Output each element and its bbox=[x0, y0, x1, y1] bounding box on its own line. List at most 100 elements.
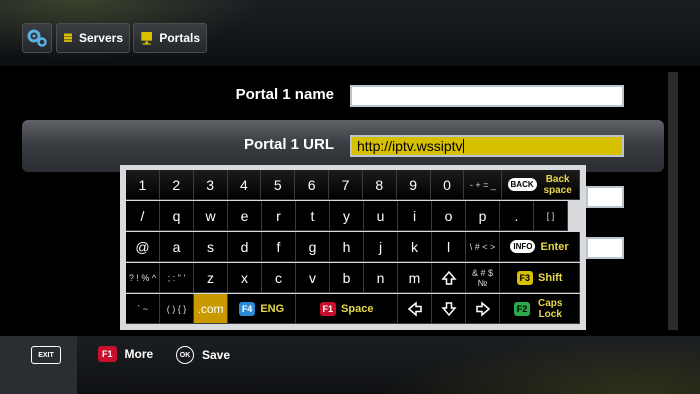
language-label: ENG bbox=[260, 302, 285, 315]
portal-url-label: Portal 1 URL bbox=[243, 136, 334, 153]
key-x[interactable]: x bbox=[228, 263, 262, 293]
shift-key[interactable]: F3 Shift bbox=[500, 263, 580, 293]
key-e[interactable]: e bbox=[228, 201, 262, 231]
key-0[interactable]: 0 bbox=[430, 170, 465, 200]
key-backtick-tilde[interactable]: ` ~ bbox=[126, 294, 160, 324]
key-l[interactable]: l bbox=[432, 232, 466, 262]
key-s[interactable]: s bbox=[194, 232, 228, 262]
keyboard-row-4: ? ! % ^ ; : " ' z x c v b n m & # $ № F3… bbox=[126, 263, 580, 293]
key-arrow-left[interactable] bbox=[398, 294, 432, 324]
key-w[interactable]: w bbox=[194, 201, 228, 231]
arrow-left-icon bbox=[407, 300, 422, 317]
key-backslash-lt-gt[interactable]: \ # < > bbox=[466, 232, 500, 262]
caps-lock-label: Caps Lock bbox=[538, 297, 563, 320]
save-hint[interactable]: OK Save bbox=[176, 346, 230, 364]
key-arrow-down[interactable] bbox=[432, 294, 466, 324]
exit-key-icon[interactable]: EXIT bbox=[31, 346, 61, 364]
key-at[interactable]: @ bbox=[126, 232, 160, 262]
f1-badge-icon: F1 bbox=[319, 301, 337, 316]
key-a[interactable]: a bbox=[160, 232, 194, 262]
key-dotcom[interactable]: .com bbox=[194, 294, 228, 324]
f1-more-badge-icon: F1 bbox=[98, 346, 117, 362]
arrow-right-icon bbox=[475, 300, 490, 317]
portals-label: Portals bbox=[159, 31, 200, 45]
key-6[interactable]: 6 bbox=[295, 170, 330, 200]
arrow-up-icon bbox=[440, 270, 457, 285]
key-o[interactable]: o bbox=[432, 201, 466, 231]
keyboard-row-3: @ a s d f g h j k l \ # < > INFO Enter bbox=[126, 232, 580, 262]
key-i[interactable]: i bbox=[398, 201, 432, 231]
backspace-label: Back space bbox=[543, 173, 572, 196]
key-3[interactable]: 3 bbox=[193, 170, 228, 200]
key-symbols-amp[interactable]: & # $ № bbox=[466, 263, 500, 293]
key-y[interactable]: y bbox=[330, 201, 364, 231]
bottom-bar bbox=[0, 336, 700, 394]
key-k[interactable]: k bbox=[398, 232, 432, 262]
bottom-glow bbox=[380, 336, 700, 394]
portal-url-field[interactable]: http://iptv.wssiptv bbox=[350, 135, 624, 157]
key-t[interactable]: t bbox=[296, 201, 330, 231]
f4-badge-icon: F4 bbox=[238, 301, 256, 316]
key-n[interactable]: n bbox=[364, 263, 398, 293]
keyboard-row-5: ` ~ ( ) { } .com F4 ENG F1 Space F2 Caps… bbox=[126, 294, 580, 324]
servers-label: Servers bbox=[78, 31, 123, 45]
more-hint[interactable]: F1 More bbox=[98, 346, 153, 362]
enter-key[interactable]: INFO Enter bbox=[500, 232, 580, 262]
key-b[interactable]: b bbox=[330, 263, 364, 293]
portal-name-field[interactable] bbox=[350, 85, 624, 107]
key-r[interactable]: r bbox=[262, 201, 296, 231]
key-c[interactable]: c bbox=[262, 263, 296, 293]
key-slash[interactable]: / bbox=[126, 201, 160, 231]
more-label: More bbox=[124, 347, 154, 361]
key-7[interactable]: 7 bbox=[329, 170, 363, 200]
key-9[interactable]: 9 bbox=[396, 170, 431, 200]
key-arrow-right[interactable] bbox=[466, 294, 500, 324]
key-m[interactable]: m bbox=[398, 263, 432, 293]
settings-button[interactable] bbox=[22, 23, 52, 53]
key-4[interactable]: 4 bbox=[227, 170, 262, 200]
language-key[interactable]: F4 ENG bbox=[228, 294, 296, 324]
key-5[interactable]: 5 bbox=[261, 170, 296, 200]
hidden-field-1[interactable] bbox=[586, 186, 624, 208]
key-f[interactable]: f bbox=[262, 232, 296, 262]
key-parens-braces[interactable]: ( ) { } bbox=[160, 294, 194, 324]
key-8[interactable]: 8 bbox=[362, 170, 397, 200]
key-v[interactable]: v bbox=[296, 263, 330, 293]
caps-lock-key[interactable]: F2 Caps Lock bbox=[500, 294, 580, 324]
servers-button[interactable]: Servers bbox=[56, 23, 130, 53]
scrollbar[interactable] bbox=[668, 72, 678, 330]
key-2[interactable]: 2 bbox=[159, 170, 194, 200]
ok-badge-icon: OK bbox=[176, 346, 194, 364]
portals-button[interactable]: Portals bbox=[133, 23, 207, 53]
key-symbols-question[interactable]: ? ! % ^ bbox=[126, 263, 160, 293]
backspace-key[interactable]: BACK Back space bbox=[502, 170, 580, 200]
key-arrow-up[interactable] bbox=[432, 263, 466, 293]
space-label: Space bbox=[341, 302, 374, 315]
key-d[interactable]: d bbox=[228, 232, 262, 262]
key-symbols-semicolon[interactable]: ; : " ' bbox=[160, 263, 194, 293]
server-icon bbox=[63, 33, 72, 42]
key-u[interactable]: u bbox=[364, 201, 398, 231]
key-symbols-minus-plus[interactable]: - + = _ bbox=[464, 170, 503, 200]
shift-label: Shift bbox=[538, 271, 563, 284]
key-brackets[interactable]: [ ] bbox=[534, 201, 568, 231]
keyboard-row-1: 1 2 3 4 5 6 7 8 9 0 - + = _ BACK Back sp… bbox=[126, 170, 580, 200]
key-q[interactable]: q bbox=[160, 201, 194, 231]
f2-badge-icon: F2 bbox=[513, 301, 531, 316]
exit-area[interactable] bbox=[0, 336, 77, 394]
hidden-field-2[interactable] bbox=[586, 237, 624, 259]
keyboard-row-2: / q w e r t y u i o p . [ ] bbox=[126, 201, 580, 231]
space-key[interactable]: F1 Space bbox=[296, 294, 398, 324]
key-h[interactable]: h bbox=[330, 232, 364, 262]
key-dot[interactable]: . bbox=[500, 201, 534, 231]
f3-badge-icon: F3 bbox=[516, 270, 534, 285]
text-cursor bbox=[462, 139, 464, 153]
portal-icon bbox=[141, 32, 152, 45]
key-g[interactable]: g bbox=[296, 232, 330, 262]
key-z[interactable]: z bbox=[194, 263, 228, 293]
enter-label: Enter bbox=[540, 240, 569, 253]
key-p[interactable]: p bbox=[466, 201, 500, 231]
key-1[interactable]: 1 bbox=[126, 170, 160, 200]
key-j[interactable]: j bbox=[364, 232, 398, 262]
arrow-down-icon bbox=[440, 301, 457, 316]
